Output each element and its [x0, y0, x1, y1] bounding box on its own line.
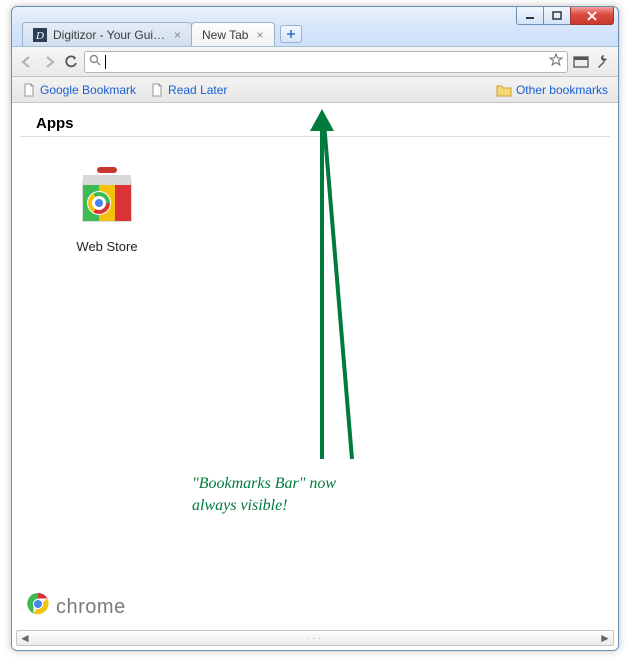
maximize-button[interactable]: [543, 7, 571, 25]
tab-label: Digitizor - Your Guide to ...: [53, 28, 166, 42]
apps-heading: Apps: [20, 103, 610, 137]
browser-window: D Digitizor - Your Guide to ... × New Ta…: [11, 6, 619, 651]
new-tab-button[interactable]: [280, 25, 302, 43]
close-icon[interactable]: ×: [174, 28, 181, 42]
other-bookmarks[interactable]: Other bookmarks: [492, 81, 612, 99]
titlebar: D Digitizor - Your Guide to ... × New Ta…: [12, 7, 618, 47]
bookmark-read-later[interactable]: Read Later: [146, 81, 231, 99]
star-icon[interactable]: [549, 53, 563, 70]
wrench-icon[interactable]: [594, 53, 612, 71]
search-icon: [89, 54, 101, 69]
tab-digitizor[interactable]: D Digitizor - Your Guide to ... ×: [22, 22, 192, 46]
page-icon: [150, 83, 164, 97]
annotation-line1: "Bookmarks Bar" now: [192, 473, 336, 495]
window-controls: [517, 7, 614, 25]
url-input[interactable]: [110, 54, 545, 69]
forward-button[interactable]: [40, 53, 58, 71]
bookmarks-bar: Google Bookmark Read Later Other bookmar…: [12, 77, 618, 103]
bookmark-label: Google Bookmark: [40, 83, 136, 97]
apps-grid: Web Store: [12, 137, 618, 274]
chrome-logo-icon: [26, 592, 50, 622]
chrome-branding-text: chrome: [56, 596, 126, 619]
horizontal-scrollbar[interactable]: ◄ ··· ►: [16, 630, 614, 646]
scroll-left-icon[interactable]: ◄: [17, 631, 33, 645]
nav-toolbar: [12, 47, 618, 77]
bookmark-google-bookmark[interactable]: Google Bookmark: [18, 81, 140, 99]
reload-button[interactable]: [62, 53, 80, 71]
scroll-right-icon[interactable]: ►: [597, 631, 613, 645]
web-store-icon: [71, 157, 143, 229]
other-bookmarks-label: Other bookmarks: [516, 83, 608, 97]
favicon-digitizor: D: [33, 28, 47, 42]
close-icon[interactable]: ×: [256, 28, 263, 42]
bookmark-label: Read Later: [168, 83, 227, 97]
close-button[interactable]: [570, 7, 614, 25]
annotation-line2: always visible!: [192, 495, 336, 517]
scroll-track[interactable]: ···: [33, 633, 597, 644]
address-bar[interactable]: [84, 51, 568, 73]
content-area: Apps: [12, 103, 618, 650]
chrome-branding: chrome: [26, 592, 126, 622]
text-cursor: [105, 55, 106, 69]
svg-text:D: D: [35, 30, 44, 42]
app-label: Web Store: [52, 239, 162, 254]
tab-new-tab[interactable]: New Tab ×: [191, 22, 275, 46]
minimize-button[interactable]: [516, 7, 544, 25]
tab-label: New Tab: [202, 28, 248, 42]
back-button[interactable]: [18, 53, 36, 71]
page-icon[interactable]: [572, 53, 590, 71]
annotation-text: "Bookmarks Bar" now always visible!: [192, 473, 336, 518]
tab-strip: D Digitizor - Your Guide to ... × New Ta…: [22, 18, 302, 46]
page-icon: [22, 83, 36, 97]
app-web-store[interactable]: Web Store: [52, 157, 162, 254]
folder-icon: [496, 83, 512, 97]
